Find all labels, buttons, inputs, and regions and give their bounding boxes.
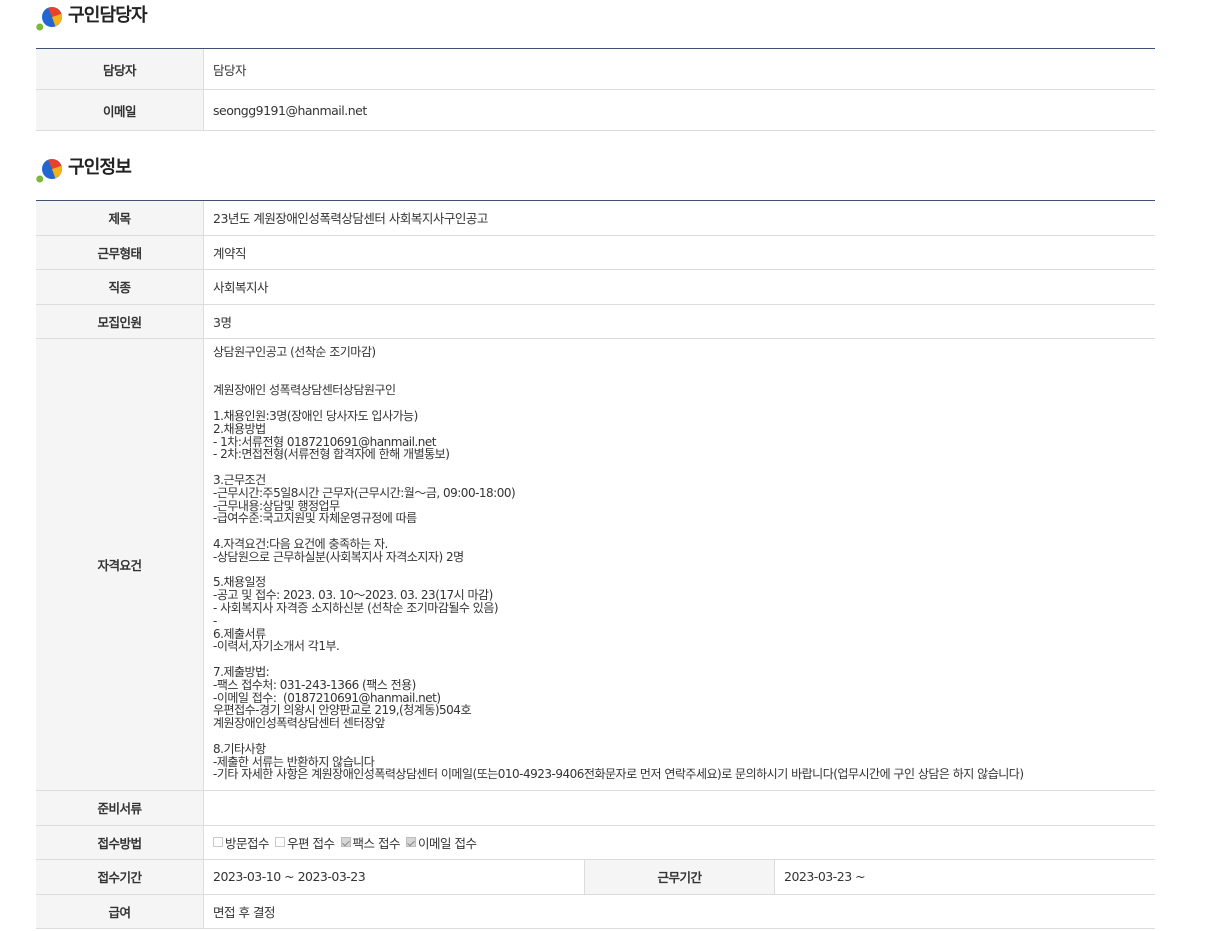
contact-email-row: 이메일 seongg9191@hanmail.net [36,90,1155,131]
mail-apply-checkbox[interactable] [275,837,286,848]
fax-apply-option: 팩스 접수 [340,833,401,852]
job-title-label: 제목 [36,201,204,235]
work-period-label: 근무기간 [584,860,775,894]
contact-name-row: 담당자 담당자 [36,49,1155,90]
section-bullet-icon [36,7,62,31]
apply-method-label: 접수방법 [36,825,204,859]
requirements-cell: 상담원구인공고 (선착순 조기마감) 계원장애인 성폭력상담센터상담원구인 1.… [204,339,1155,790]
apply-period-label: 접수기간 [36,860,204,894]
employment-type-value: 계약직 [213,245,247,261]
fax-apply-checkbox[interactable] [340,837,351,848]
contact-name-value: 담당자 [213,62,247,78]
apply-method-options: 방문접수 우편 접수 팩스 접수 이메일 접수 [204,826,1155,860]
headcount-row: 모집인원 3명 [36,304,1155,339]
visit-apply-checkbox[interactable] [213,837,223,848]
visit-apply-option: 방문접수 [213,833,270,852]
documents-row: 준비서류 [36,791,1155,826]
apply-method-row: 접수방법 방문접수 우편 접수 팩스 접수 이메일 접수 [36,825,1155,860]
apply-method-checkbox-group: 방문접수 우편 접수 팩스 접수 이메일 접수 [213,833,482,852]
salary-row: 급여 면접 후 결정 [36,894,1155,929]
email-apply-option: 이메일 접수 [405,833,477,852]
job-section-header: 구인정보 [36,152,1155,200]
documents-label: 준비서류 [36,791,204,825]
section-bullet-icon [36,159,62,183]
job-title-value: 23년도 계원장애인성폭력상담센터 사회복지사구인공고 [213,211,488,227]
headcount-value: 3명 [213,314,232,330]
requirements-label: 자격요건 [36,339,204,790]
job-title-row: 제목 23년도 계원장애인성폭력상담센터 사회복지사구인공고 [36,201,1155,236]
salary-label: 급여 [36,894,204,928]
requirements-row: 자격요건 상담원구인공고 (선착순 조기마감) 계원장애인 성폭력상담센터상담원… [36,339,1155,791]
documents-value [204,791,1155,825]
contact-section-title: 구인담당자 [68,5,148,26]
visit-apply-label: 방문접수 [225,835,270,851]
employment-type-row: 근무형태 계약직 [36,235,1155,270]
job-table: 제목 23년도 계원장애인성폭력상담센터 사회복지사구인공고 근무형태 계약직 … [36,200,1155,929]
contact-table: 담당자 담당자 이메일 seongg9191@hanmail.net [36,48,1155,131]
mail-apply-label: 우편 접수 [287,835,335,851]
page-content: 구인담당자 담당자 담당자 이메일 seongg9191@hanmail.net… [36,0,1155,929]
email-apply-checkbox[interactable] [405,837,416,848]
apply-period-value: 2023-03-10 ~ 2023-03-23 [213,869,366,885]
headcount-label: 모집인원 [36,304,204,338]
requirements-text: 상담원구인공고 (선착순 조기마감) 계원장애인 성폭력상담센터상담원구인 1.… [213,345,1024,782]
contact-section-header: 구인담당자 [36,0,1155,48]
occupation-value: 사회복지사 [213,280,269,296]
occupation-label: 직종 [36,270,204,304]
occupation-row: 직종 사회복지사 [36,270,1155,305]
salary-value: 면접 후 결정 [213,904,275,920]
email-apply-label: 이메일 접수 [417,835,477,851]
employment-type-label: 근무형태 [36,235,204,269]
contact-email-label: 이메일 [36,90,204,130]
mail-apply-option: 우편 접수 [275,833,335,852]
contact-name-label: 담당자 [36,49,204,89]
work-period-value: 2023-03-23 ~ [784,869,866,885]
job-section-title: 구인정보 [68,157,132,178]
contact-email-value: seongg9191@hanmail.net [213,102,367,118]
fax-apply-label: 팩스 접수 [352,835,401,851]
period-row: 접수기간 2023-03-10 ~ 2023-03-23 근무기간 2023-0… [36,860,1155,895]
